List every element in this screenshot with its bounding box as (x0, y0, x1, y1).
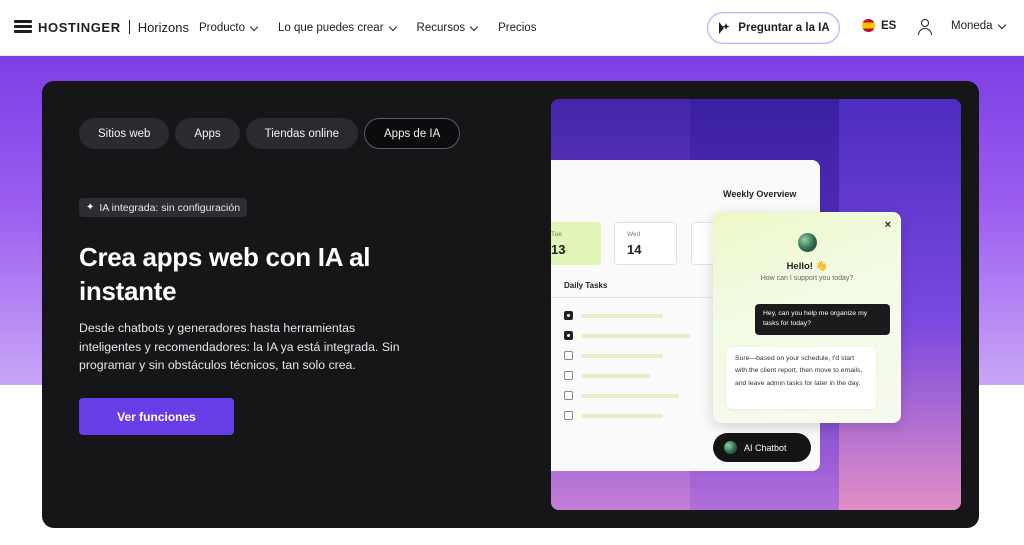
top-nav: HOSTINGER Horizons Producto Lo que puede… (0, 0, 1024, 56)
hero-card: Sitios web Apps Tiendas online Apps de I… (42, 81, 979, 528)
ai-sparkle-icon (719, 22, 730, 34)
app-illustration: Weekly Overview Tue 13 Wed 14 Daily Task… (551, 99, 961, 510)
day-number: 13 (551, 242, 566, 257)
nav-producto-label: Producto (199, 22, 246, 34)
chevron-down-icon (997, 20, 1006, 29)
weekly-overview-title: Weekly Overview (723, 189, 797, 199)
day-number: 14 (627, 242, 642, 257)
day-name: Wed (627, 231, 641, 238)
chatbot-avatar-icon (798, 233, 817, 252)
brand-name: HOSTINGER (38, 19, 121, 35)
hostinger-logo-icon (14, 18, 32, 36)
task-item (564, 391, 714, 400)
chevron-down-icon (388, 22, 397, 31)
chevron-down-icon (249, 22, 259, 31)
user-account-icon[interactable] (917, 19, 933, 36)
tab-tiendas-online[interactable]: Tiendas online (245, 118, 359, 149)
checkbox-checked-icon (564, 311, 573, 320)
tab-apps[interactable]: Apps (175, 118, 240, 149)
chatbot-avatar-icon (724, 441, 737, 454)
logo[interactable]: HOSTINGER Horizons (14, 18, 189, 36)
day-name: Tue (551, 231, 562, 238)
tab-apps-de-ia[interactable]: Apps de IA (364, 118, 461, 149)
task-item (564, 331, 714, 340)
language-code: ES (881, 19, 897, 32)
hero-title: Crea apps web con IA al instante (79, 242, 371, 306)
task-item (564, 351, 714, 360)
ai-chatbot-label: AI Chatbot (744, 442, 787, 453)
hero-description: Desde chatbots y generadores hasta herra… (79, 321, 400, 372)
sparkle-icon: ✦ (86, 202, 95, 213)
language-selector[interactable]: ES (862, 19, 896, 32)
category-tabs: Sitios web Apps Tiendas online Apps de I… (79, 118, 461, 149)
daily-tasks-heading: Daily Tasks (564, 281, 608, 290)
nav-producto[interactable]: Producto (199, 22, 259, 34)
nav-recursos-label: Recursos (416, 22, 466, 34)
checkbox-icon (564, 371, 573, 380)
ask-ai-label: Preguntar a la IA (738, 22, 830, 34)
day-card: Wed 14 (614, 222, 677, 265)
checkbox-icon (564, 351, 573, 360)
nav-recursos[interactable]: Recursos (416, 22, 479, 34)
currency-label: Moneda (951, 20, 993, 32)
nav-precios-label: Precios (498, 22, 537, 34)
task-item (564, 411, 714, 420)
tab-sitios-web[interactable]: Sitios web (79, 118, 170, 149)
task-item (564, 311, 714, 320)
chevron-down-icon (469, 22, 479, 31)
brand-divider (128, 20, 130, 34)
chatbot-window: × Hello! 👋 How can I support you today? … (713, 212, 901, 423)
chat-subtitle: How can I support you today? (760, 275, 854, 282)
brand-product: Horizons (137, 19, 189, 35)
ver-funciones-button[interactable]: Ver funciones (79, 398, 234, 435)
currency-selector[interactable]: Moneda (951, 20, 1006, 32)
nav-links: Producto Lo que puedes crear Recursos Pr… (199, 0, 536, 56)
feature-badge: ✦ IA integrada: sin configuración (79, 198, 248, 217)
close-icon: × (884, 219, 891, 231)
checkbox-icon (564, 391, 573, 400)
user-message: Hey, can you help me organize my tasks f… (755, 304, 890, 335)
spain-flag-icon (862, 19, 875, 32)
feature-badge-label: IA integrada: sin configuración (99, 201, 241, 214)
ai-chatbot-pill: AI Chatbot (713, 433, 811, 462)
ask-ai-button[interactable]: Preguntar a la IA (707, 12, 840, 44)
chat-greeting: Hello! 👋 (786, 261, 828, 272)
bot-message: Sure—based on your schedule, I'd start w… (726, 347, 876, 409)
nav-precios[interactable]: Precios (498, 22, 536, 34)
nav-create-label: Lo que puedes crear (278, 22, 384, 34)
checkbox-icon (564, 411, 573, 420)
nav-lo-que-puedes-crear[interactable]: Lo que puedes crear (278, 22, 397, 34)
checkbox-checked-icon (564, 331, 573, 340)
day-card-selected: Tue 13 (551, 222, 601, 265)
task-item (564, 371, 714, 380)
